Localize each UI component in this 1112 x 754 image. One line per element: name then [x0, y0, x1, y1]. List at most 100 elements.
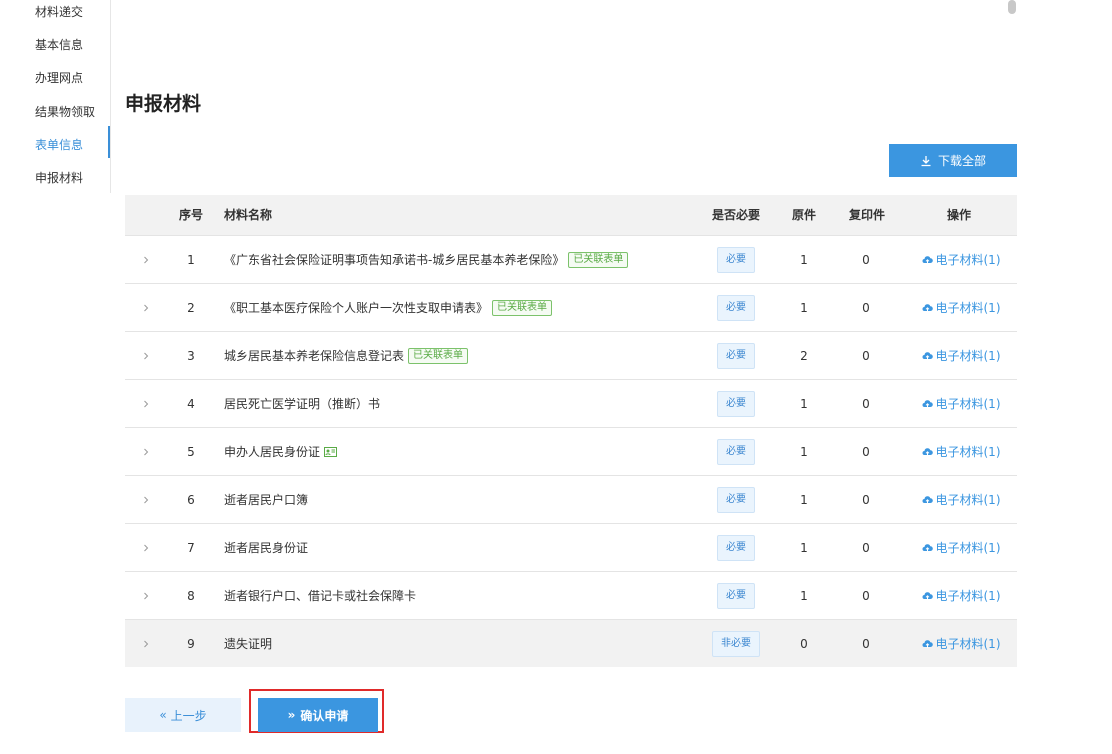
copies-count: 0: [862, 396, 870, 411]
expand-row-button[interactable]: [125, 380, 167, 427]
cloud-upload-icon: [922, 304, 933, 312]
material-name-cell: 逝者银行户口、借记卡或社会保障卡: [224, 572, 694, 619]
sidebar-active-indicator: [108, 126, 110, 158]
cloud-upload-icon: [922, 592, 933, 600]
table-row: 9 遗失证明 非必要 0 0 电子材料(1): [125, 620, 1017, 667]
electronic-material-link[interactable]: 电子材料(1): [911, 476, 1011, 523]
required-badge: 必要: [717, 582, 755, 609]
material-name-cell: 城乡居民基本养老保险信息登记表 已关联表单: [224, 332, 694, 379]
page-title: 申报材料: [125, 93, 202, 115]
expand-row-button[interactable]: [125, 524, 167, 571]
electronic-material-link[interactable]: 电子材料(1): [911, 620, 1011, 667]
electronic-material-link[interactable]: 电子材料(1): [911, 332, 1011, 379]
row-number: 6: [187, 492, 195, 507]
row-number: 8: [187, 588, 195, 603]
material-name-cell: 遗失证明: [224, 620, 694, 667]
linked-form-tag[interactable]: 已关联表单: [568, 251, 629, 268]
expand-row-button[interactable]: [125, 476, 167, 523]
copies-count: 0: [862, 492, 870, 507]
sidebar-item-material-submit[interactable]: 材料递交: [35, 3, 83, 20]
row-number: 4: [187, 396, 195, 411]
table-header: 序号 材料名称 是否必要 原件 复印件 操作: [125, 195, 1017, 236]
header-required: 是否必要: [712, 208, 761, 222]
copies-count: 0: [862, 252, 870, 267]
sidebar-nav: 材料递交 基本信息 办理网点 结果物领取 表单信息 申报材料: [0, 0, 111, 193]
cloud-upload-icon: [922, 256, 933, 264]
required-cell: 必要: [703, 236, 769, 283]
sidebar-item-basic-info[interactable]: 基本信息: [35, 36, 83, 53]
row-number: 5: [187, 444, 195, 459]
chevron-right-icon: [144, 592, 149, 599]
chevron-right-icon: [144, 400, 149, 407]
id-card-icon: [324, 446, 338, 457]
required-cell: 必要: [703, 332, 769, 379]
electronic-material-link[interactable]: 电子材料(1): [911, 284, 1011, 331]
required-badge: 必要: [717, 486, 755, 513]
table-row: 6 逝者居民户口簿 必要 1 0 电子材料(1): [125, 476, 1017, 524]
sidebar-item-service-outlet[interactable]: 办理网点: [35, 69, 83, 86]
table-row: 2 《职工基本医疗保险个人账户一次性支取申请表》 已关联表单 必要 1 0 电子材料(1): [125, 284, 1017, 332]
chevron-right-icon: [144, 304, 149, 311]
linked-form-tag[interactable]: 已关联表单: [408, 347, 469, 364]
expand-row-button[interactable]: [125, 284, 167, 331]
material-name-cell: 逝者居民户口簿: [224, 476, 694, 523]
required-cell: 必要: [703, 476, 769, 523]
electronic-material-link[interactable]: 电子材料(1): [911, 380, 1011, 427]
sidebar-item-declare-materials[interactable]: 申报材料: [35, 169, 83, 186]
chevron-right-icon: [144, 496, 149, 503]
original-count: 1: [800, 492, 808, 507]
required-cell: 必要: [703, 524, 769, 571]
required-badge: 非必要: [712, 630, 760, 657]
expand-row-button[interactable]: [125, 620, 167, 667]
materials-table: 序号 材料名称 是否必要 原件 复印件 操作 1 《广东省社会保险证明事项告知承诺…: [125, 195, 1017, 667]
electronic-material-link[interactable]: 电子材料(1): [911, 236, 1011, 283]
copies-count: 0: [862, 540, 870, 555]
sidebar-item-form-info[interactable]: 表单信息: [35, 136, 83, 153]
expand-row-button[interactable]: [125, 572, 167, 619]
sidebar-item-result-pickup[interactable]: 结果物领取: [35, 103, 95, 120]
electronic-material-label: 电子材料(1): [935, 301, 1001, 315]
chevron-right-icon: [144, 544, 149, 551]
chevron-right-icon: [144, 448, 149, 455]
linked-form-tag[interactable]: 已关联表单: [492, 299, 553, 316]
original-count: 1: [800, 444, 808, 459]
confirm-apply-button[interactable]: » 确认申请: [258, 698, 378, 732]
cloud-upload-icon: [922, 496, 933, 504]
original-count: 1: [800, 300, 808, 315]
header-copies: 复印件: [849, 208, 886, 222]
cloud-upload-icon: [922, 400, 933, 408]
required-cell: 必要: [703, 572, 769, 619]
required-cell: 必要: [703, 428, 769, 475]
electronic-material-link[interactable]: 电子材料(1): [911, 428, 1011, 475]
material-name-cell: 《广东省社会保险证明事项告知承诺书-城乡居民基本养老保险》 已关联表单: [224, 236, 694, 283]
cloud-upload-icon: [922, 544, 933, 552]
download-all-label: 下载全部: [937, 154, 986, 168]
expand-row-button[interactable]: [125, 236, 167, 283]
table-row: 7 逝者居民身份证 必要 1 0 电子材料(1): [125, 524, 1017, 572]
original-count: 1: [800, 588, 808, 603]
prev-step-button[interactable]: « 上一步: [125, 698, 241, 732]
electronic-material-link[interactable]: 电子材料(1): [911, 572, 1011, 619]
header-name: 材料名称: [224, 208, 273, 222]
row-number: 1: [187, 252, 195, 267]
material-name: 《职工基本医疗保险个人账户一次性支取申请表》: [224, 301, 489, 315]
material-name-cell: 居民死亡医学证明（推断）书: [224, 380, 694, 427]
electronic-material-label: 电子材料(1): [935, 397, 1001, 411]
expand-row-button[interactable]: [125, 428, 167, 475]
material-name: 遗失证明: [224, 637, 273, 651]
original-count: 1: [800, 252, 808, 267]
required-badge: 必要: [717, 534, 755, 561]
expand-row-button[interactable]: [125, 332, 167, 379]
electronic-material-label: 电子材料(1): [935, 253, 1001, 267]
original-count: 0: [800, 636, 808, 651]
material-name: 逝者银行户口、借记卡或社会保障卡: [224, 589, 417, 603]
table-row: 3 城乡居民基本养老保险信息登记表 已关联表单 必要 2 0 电子材料(1): [125, 332, 1017, 380]
scrollbar-thumb[interactable]: [1008, 0, 1016, 14]
electronic-material-label: 电子材料(1): [935, 493, 1001, 507]
electronic-material-link[interactable]: 电子材料(1): [911, 524, 1011, 571]
required-badge: 必要: [717, 342, 755, 369]
required-cell: 必要: [703, 380, 769, 427]
table-row: 4 居民死亡医学证明（推断）书 必要 1 0 电子材料(1): [125, 380, 1017, 428]
download-all-button[interactable]: 下载全部: [889, 144, 1017, 177]
material-name: 逝者居民身份证: [224, 541, 309, 555]
